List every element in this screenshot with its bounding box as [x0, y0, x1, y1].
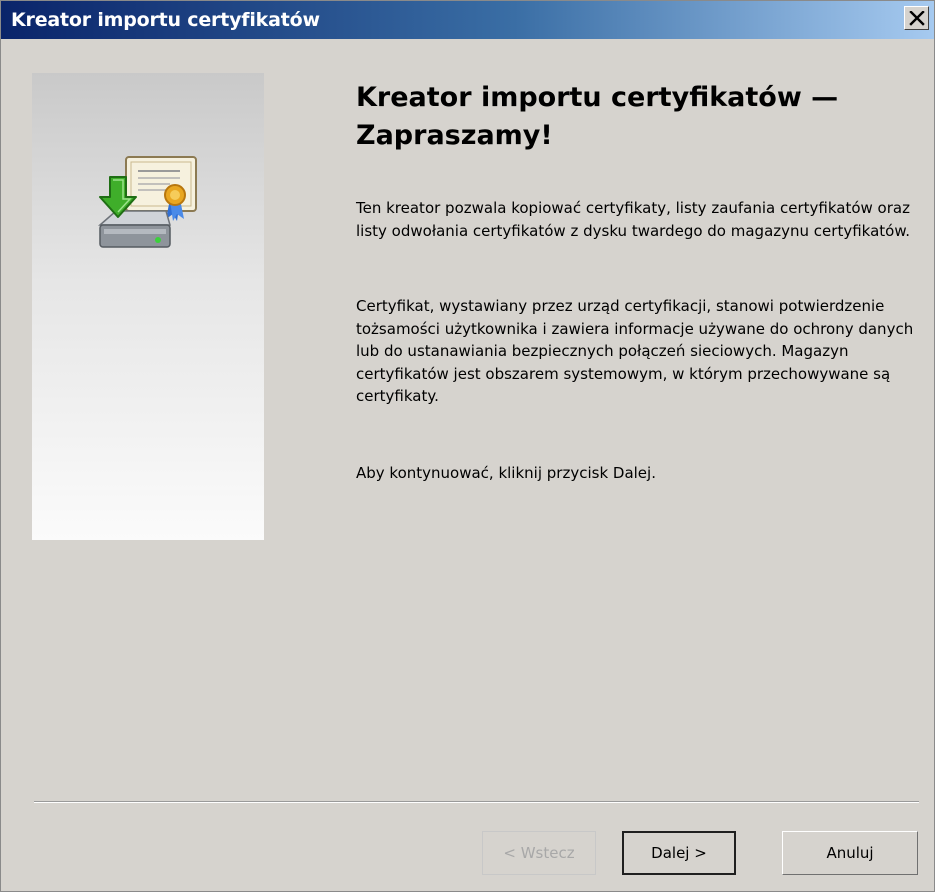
wizard-heading: Kreator importu certyfikatów — Zapraszam…: [356, 82, 839, 151]
close-button[interactable]: [904, 6, 929, 30]
next-button[interactable]: Dalej >: [622, 831, 736, 875]
title-bar[interactable]: Kreator importu certyfikatów: [1, 1, 934, 39]
intro-paragraph: Ten kreator pozwala kopiować certyfikaty…: [356, 199, 910, 240]
certificate-import-icon: [98, 156, 197, 248]
footer-divider: [34, 801, 919, 803]
wizard-window: Kreator importu certyfikatów Kreator imp…: [0, 0, 935, 892]
certificate-description-paragraph: Certyfikat, wystawiany przez urząd certy…: [356, 297, 914, 405]
window-title: Kreator importu certyfikatów: [11, 9, 320, 31]
back-button[interactable]: < Wstecz: [482, 831, 596, 875]
close-icon: [909, 11, 925, 26]
wizard-side-panel: [32, 73, 264, 540]
continue-instruction: Aby kontynuować, kliknij przycisk Dalej.: [356, 464, 656, 482]
cancel-button[interactable]: Anuluj: [782, 831, 918, 875]
